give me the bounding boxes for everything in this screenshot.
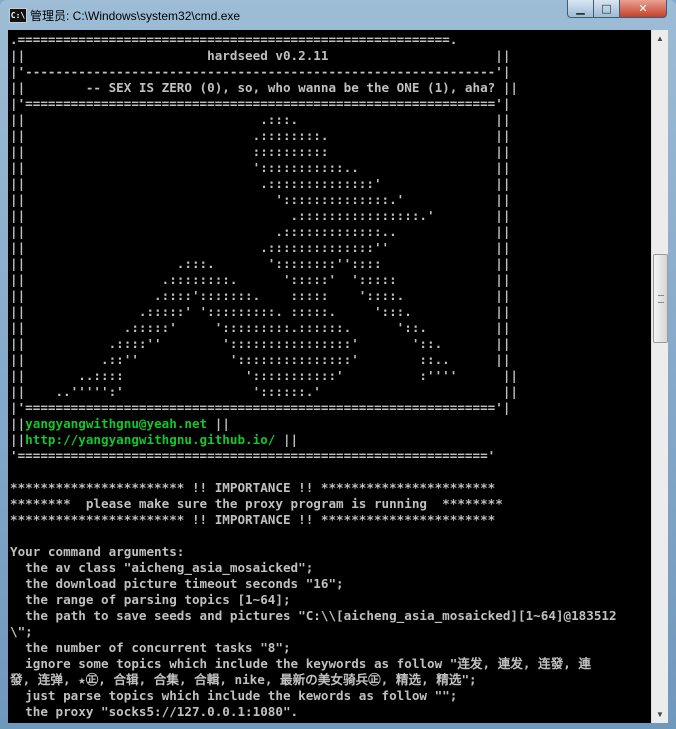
title-bar[interactable]: C:\ 管理员: C:\Windows\system32\cmd.exe ▁ □… bbox=[0, 0, 676, 30]
maximize-button[interactable]: □ bbox=[593, 0, 620, 18]
window-title: 管理员: C:\Windows\system32\cmd.exe bbox=[30, 9, 241, 23]
minimize-icon: ▁ bbox=[576, 2, 585, 15]
vertical-scrollbar[interactable]: ▲ ▼ bbox=[651, 30, 668, 723]
cmd-window: C:\ 管理员: C:\Windows\system32\cmd.exe ▁ □… bbox=[0, 0, 676, 729]
scrollbar-thumb[interactable] bbox=[653, 254, 668, 343]
close-icon: ✕ bbox=[638, 2, 648, 15]
console-output[interactable]: .=======================================… bbox=[8, 30, 651, 723]
cmd-app-icon[interactable]: C:\ bbox=[9, 8, 27, 23]
minimize-button[interactable]: ▁ bbox=[567, 0, 594, 18]
banner-art: .=======================================… bbox=[10, 32, 518, 431]
author-url: http://yangyangwithgnu.github.io/ bbox=[25, 432, 276, 447]
grip-icon bbox=[658, 295, 664, 303]
close-button[interactable]: ✕ bbox=[619, 0, 667, 18]
command-arguments: Your command arguments: the av class "ai… bbox=[10, 544, 617, 719]
importance-notice: *********************** !! IMPORTANCE !!… bbox=[10, 480, 503, 527]
scroll-down-icon[interactable]: ▼ bbox=[652, 706, 668, 723]
author-email: yangyangwithgnu@yeah.net bbox=[25, 416, 208, 431]
scroll-up-icon[interactable]: ▲ bbox=[652, 30, 668, 47]
maximize-icon: □ bbox=[601, 2, 612, 15]
